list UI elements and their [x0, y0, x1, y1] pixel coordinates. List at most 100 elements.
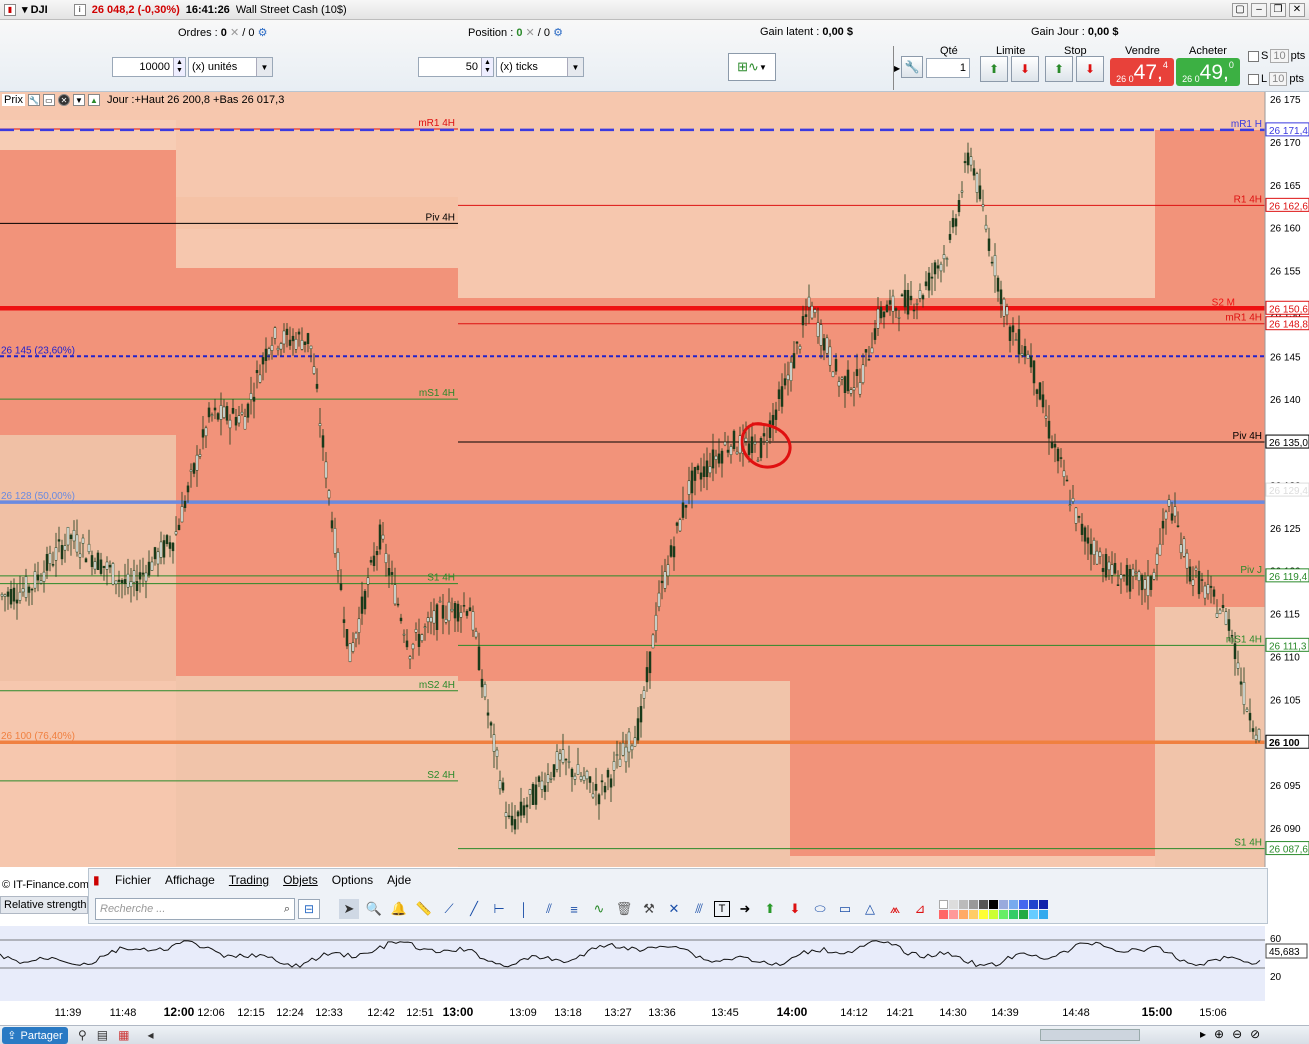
ellipse-icon[interactable]: ⬭ [810, 899, 830, 919]
stop-sell-button[interactable]: ⬇ [1076, 56, 1104, 82]
fan-icon[interactable]: ⩕ [885, 899, 905, 919]
minimize-icon[interactable]: – [1251, 2, 1267, 17]
candle-body [327, 490, 331, 499]
stop-buy-button[interactable]: ⬆ [1045, 56, 1073, 82]
arrow-up-icon[interactable]: ⬆ [760, 899, 780, 919]
parallel-icon[interactable]: ⫻ [689, 899, 709, 919]
candle-body [240, 411, 244, 415]
sell-price-big: 47, [1133, 61, 1163, 84]
gann-icon[interactable]: ⊿ [910, 899, 930, 919]
fibonacci-icon[interactable]: ≡ [564, 899, 584, 919]
move-down-icon[interactable]: ▼ [72, 94, 85, 106]
limit-checkbox[interactable] [1248, 73, 1259, 85]
trash-icon[interactable]: 🗑 [614, 899, 634, 919]
vertical-line-icon[interactable]: │ [514, 899, 534, 919]
info-icon[interactable]: i [73, 3, 86, 16]
candle-body [0, 594, 4, 597]
scroll-left-icon[interactable]: ◂ [147, 1028, 153, 1042]
limit-pts-label: pts [1289, 73, 1305, 85]
ticks-stepper[interactable]: 50 ▲ ▼ [418, 57, 494, 77]
arrow-right-icon[interactable]: ➜ [735, 899, 755, 919]
ticks-unit-select[interactable]: (x) ticks ▼ [496, 57, 584, 77]
price-tick-label: 26 140 [1270, 395, 1301, 406]
cursor-icon[interactable]: ➤ [339, 899, 359, 919]
menu-objets[interactable]: Objets [283, 873, 318, 887]
candle-body [12, 587, 16, 602]
instrument-name: DJI [30, 4, 48, 16]
relative-strength-button[interactable]: Relative strength [0, 896, 88, 914]
alarm-icon[interactable]: 🔔 [389, 899, 409, 919]
scroll-right-icon[interactable]: ▸ [1200, 1027, 1206, 1041]
wrench-icon[interactable]: 🔧 [901, 56, 923, 78]
zoom-icon[interactable]: 🔍 [364, 899, 384, 919]
quantity-stepper[interactable]: 10000 ▲ ▼ [112, 57, 186, 77]
rectangle-icon[interactable]: ▭ [835, 899, 855, 919]
wrench-icon[interactable]: 🔧 [27, 94, 40, 106]
text-icon[interactable]: T [714, 901, 730, 917]
restore-icon[interactable]: ❐ [1270, 2, 1286, 17]
grid-icon[interactable]: ▦ [118, 1028, 129, 1042]
horizontal-line-icon[interactable]: ⊢ [489, 899, 509, 919]
color-palette[interactable] [939, 899, 1048, 919]
collapse-arrow-icon[interactable]: ▶ [893, 46, 900, 90]
instrument-selector[interactable]: ▾ DJI [22, 3, 48, 16]
qty-input[interactable]: 1 [926, 58, 970, 78]
stop-loss-checkbox[interactable] [1248, 50, 1259, 62]
level-label: 26 128 (50,00%) [1, 491, 75, 502]
quantity-unit-select[interactable]: (x) unités ▼ [188, 57, 273, 77]
price-axis[interactable]: 26 17526 17026 16526 16026 15526 15026 1… [1264, 92, 1309, 867]
search-input[interactable]: Recherche ... ⌕ [95, 898, 295, 920]
menu-trading[interactable]: Trading [229, 873, 269, 887]
stop-loss-label: S [1261, 50, 1269, 62]
zoom-in-icon[interactable]: ⊕ [1214, 1027, 1224, 1041]
limit-sell-button[interactable]: ⬇ [1011, 56, 1039, 82]
list-icon[interactable]: ▤ [97, 1028, 108, 1042]
hammer-icon[interactable]: ⚒ [639, 899, 659, 919]
position-clear-icon[interactable]: ✕ [526, 27, 535, 39]
buy-button[interactable]: 26 0 49, 0 [1176, 58, 1240, 86]
screener-icon[interactable]: ⊟ [298, 899, 320, 919]
stepper-arrows-icon[interactable]: ▲ ▼ [481, 58, 493, 76]
trend-icon[interactable]: ∿ [589, 899, 609, 919]
stop-loss-points[interactable]: 10 [1270, 49, 1289, 63]
cross-icon[interactable]: ✕ [664, 899, 684, 919]
candle-body [102, 565, 106, 569]
share-button[interactable]: ⇪ Partager [2, 1027, 68, 1044]
menu-options[interactable]: Options [332, 873, 373, 887]
ruler-icon[interactable]: 📏 [414, 899, 434, 919]
candle-body [357, 618, 361, 633]
rsi-pane[interactable]: 60 20 45,683 [0, 926, 1309, 1001]
channel-icon[interactable]: ⫽ [539, 899, 559, 919]
limit-buy-button[interactable]: ⬆ [980, 56, 1008, 82]
close-icon[interactable]: ✕ [57, 94, 70, 106]
stepper-arrows-icon[interactable]: ▲ ▼ [173, 58, 185, 76]
menu-affichage[interactable]: Affichage [165, 873, 215, 887]
time-axis[interactable]: 11:39 11:48 12:00 12:06 12:15 12:24 12:33 12:42… [0, 1001, 1309, 1025]
arrow-down-icon[interactable]: ⬇ [785, 899, 805, 919]
orders-settings-icon[interactable]: ⚙ [258, 27, 268, 39]
orders-clear-icon[interactable]: ✕ [230, 27, 239, 39]
lock-icon[interactable]: ▭ [42, 94, 55, 106]
close-icon[interactable]: ✕ [1289, 2, 1305, 17]
triangle-icon[interactable]: △ [860, 899, 880, 919]
reset-zoom-icon[interactable]: ⊘ [1250, 1027, 1260, 1041]
candle-body [780, 386, 784, 407]
person-icon[interactable]: ⚲ [78, 1028, 87, 1042]
sell-price-sup: 4 [1162, 60, 1168, 70]
search-icon[interactable]: ⌕ [284, 903, 290, 916]
limit-points[interactable]: 10 [1269, 72, 1288, 86]
menu-aide[interactable]: Ajde [387, 873, 411, 887]
segment-icon[interactable]: ⟋ [439, 899, 459, 919]
candle-body [1194, 567, 1198, 571]
line-icon[interactable]: ╱ [464, 899, 484, 919]
candle-body [366, 577, 370, 585]
move-up-icon[interactable]: ▲ [87, 94, 100, 106]
position-settings-icon[interactable]: ⚙ [553, 27, 563, 39]
maximize-icon[interactable]: ▢ [1232, 2, 1248, 17]
price-chart[interactable]: mR1 4H Piv 4H mS1 4H S1 4H mS2 4H S2 4H R1 4H m… [0, 92, 1309, 867]
sell-button[interactable]: 26 0 47, 4 [1110, 58, 1174, 86]
zoom-out-icon[interactable]: ⊖ [1232, 1027, 1242, 1041]
strategy-button[interactable]: ⊞∿ ▼ [728, 53, 776, 81]
horizontal-scrollbar[interactable] [1040, 1029, 1140, 1041]
menu-fichier[interactable]: Fichier [115, 873, 151, 887]
